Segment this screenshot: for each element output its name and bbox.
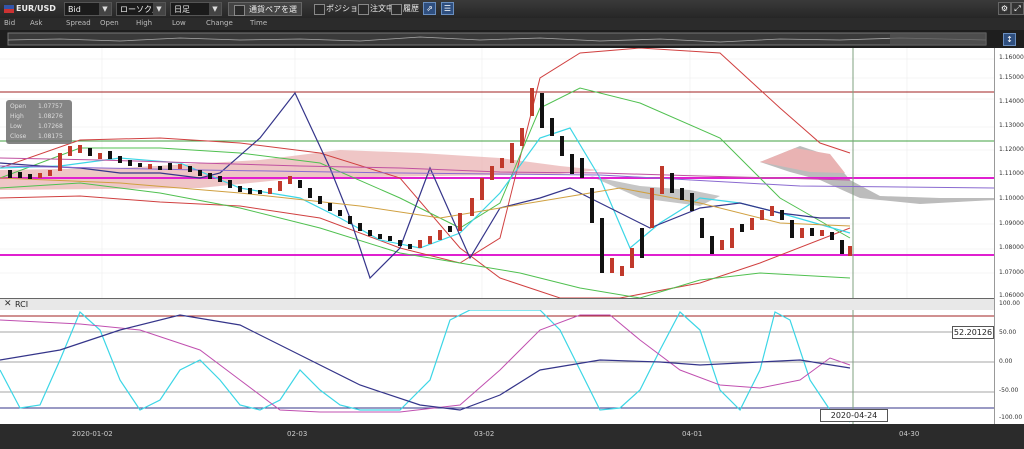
price-chart[interactable]: Open 1.07757 High 1.08276 Low 1.07268 Close… <box>0 48 994 298</box>
ohlc-low-value: 1.07268 <box>38 123 63 130</box>
ohlc-close-label: Close <box>10 133 27 140</box>
history-checkbox[interactable] <box>391 4 402 15</box>
rci-value-tag: 52.20126 <box>952 326 994 339</box>
period-value: 日足 <box>174 5 190 14</box>
navigator-overview-line <box>7 32 987 46</box>
legend-time: Time <box>250 19 268 27</box>
legend-change: Change <box>206 19 233 27</box>
price-axis-label: 1.15000 <box>999 74 1024 81</box>
history-label: 履歴 <box>403 4 419 13</box>
chevron-down-icon: ▼ <box>209 3 221 15</box>
select-pair-checkbox[interactable] <box>234 5 245 16</box>
gear-icon[interactable]: ⚙ <box>998 2 1011 15</box>
price-axis-label: 1.13000 <box>999 122 1024 129</box>
chevron-down-icon: ▼ <box>153 3 165 15</box>
position-checkbox[interactable] <box>314 4 325 15</box>
price-axis-label: 1.09000 <box>999 220 1024 227</box>
ohlc-open-label: Open <box>10 103 27 110</box>
price-axis-label: 1.14000 <box>999 98 1024 105</box>
chart-type-select[interactable]: ローソク足 ▼ <box>116 2 166 16</box>
ohlc-high-label: High <box>10 113 24 120</box>
expand-icon[interactable]: ⤢ <box>1011 2 1024 15</box>
rci-axis: 100.00 50.00 0.00 -50.00 -100.00 <box>994 298 1024 424</box>
close-icon[interactable]: ✕ <box>4 299 12 309</box>
rci-title: RCI <box>15 300 29 309</box>
price-axis-label: 1.10000 <box>999 195 1024 202</box>
time-axis-label: 04-30 <box>899 430 920 438</box>
time-axis-label: 03-02 <box>474 430 495 438</box>
rci-axis-label: -50.00 <box>999 387 1019 394</box>
legend-bid: Bid <box>4 19 16 27</box>
navigator-toggle-icon[interactable]: ↕ <box>1003 33 1016 46</box>
price-axis-label: 1.12000 <box>999 146 1024 153</box>
rci-chart[interactable] <box>0 310 994 424</box>
ohlc-high-value: 1.08276 <box>38 113 63 120</box>
legend-high: High <box>136 19 153 27</box>
toolbar: EUR/USD Bid▼ ローソク足▼ 日足▼ 通貨ペアを選択 ポジション 注文… <box>0 0 1024 28</box>
time-axis-label: 2020-01-02 <box>72 430 113 438</box>
price-axis[interactable]: 1.16000 1.15000 1.14000 1.13000 1.12000 … <box>994 48 1024 299</box>
rci-axis-label: -100.00 <box>999 414 1023 421</box>
ohlc-open-value: 1.07757 <box>38 103 63 110</box>
chart-tool-icon[interactable]: ⇗ <box>423 2 436 15</box>
quote-legend: Bid Ask Spread Open High Low Change Time <box>0 18 1024 30</box>
ohlc-close-value: 1.08175 <box>38 133 63 140</box>
currency-pair-selector[interactable]: EUR/USD <box>4 2 60 16</box>
price-axis-label: 1.11000 <box>999 170 1024 177</box>
flag-icon <box>4 4 14 13</box>
cursor-date-tag: 2020-04-24 <box>820 409 888 422</box>
rci-chart-canvas <box>0 310 994 424</box>
price-chart-canvas <box>0 48 994 298</box>
rci-axis-label: 0.00 <box>999 358 1013 365</box>
ohlc-info-panel: Open 1.07757 High 1.08276 Low 1.07268 Close… <box>6 100 72 144</box>
chevron-down-icon: ▼ <box>99 3 111 15</box>
legend-ask: Ask <box>30 19 43 27</box>
indicator-icon[interactable]: ☰ <box>441 2 454 15</box>
time-axis[interactable]: 2020-01-02 02-03 03-02 04-01 04-30 <box>0 424 1024 449</box>
legend-open: Open <box>100 19 119 27</box>
orders-checkbox[interactable] <box>358 4 369 15</box>
legend-spread: Spread <box>66 19 91 27</box>
pair-label: EUR/USD <box>16 4 56 13</box>
rci-axis-label: 50.00 <box>999 329 1017 336</box>
select-pair-button[interactable]: 通貨ペアを選択 <box>228 2 302 28</box>
time-axis-label: 02-03 <box>287 430 308 438</box>
period-select[interactable]: 日足 ▼ <box>170 2 222 16</box>
time-axis-label: 04-01 <box>682 430 703 438</box>
chart-navigator[interactable]: ↕ <box>0 30 1024 48</box>
rci-axis-label: 100.00 <box>999 300 1020 307</box>
price-axis-label: 1.16000 <box>999 54 1024 61</box>
price-axis-label: 1.07000 <box>999 269 1024 276</box>
price-type-select[interactable]: Bid ▼ <box>64 2 112 16</box>
ohlc-low-label: Low <box>10 123 22 130</box>
legend-low: Low <box>172 19 186 27</box>
price-axis-label: 1.08000 <box>999 244 1024 251</box>
price-type-value: Bid <box>68 5 81 14</box>
